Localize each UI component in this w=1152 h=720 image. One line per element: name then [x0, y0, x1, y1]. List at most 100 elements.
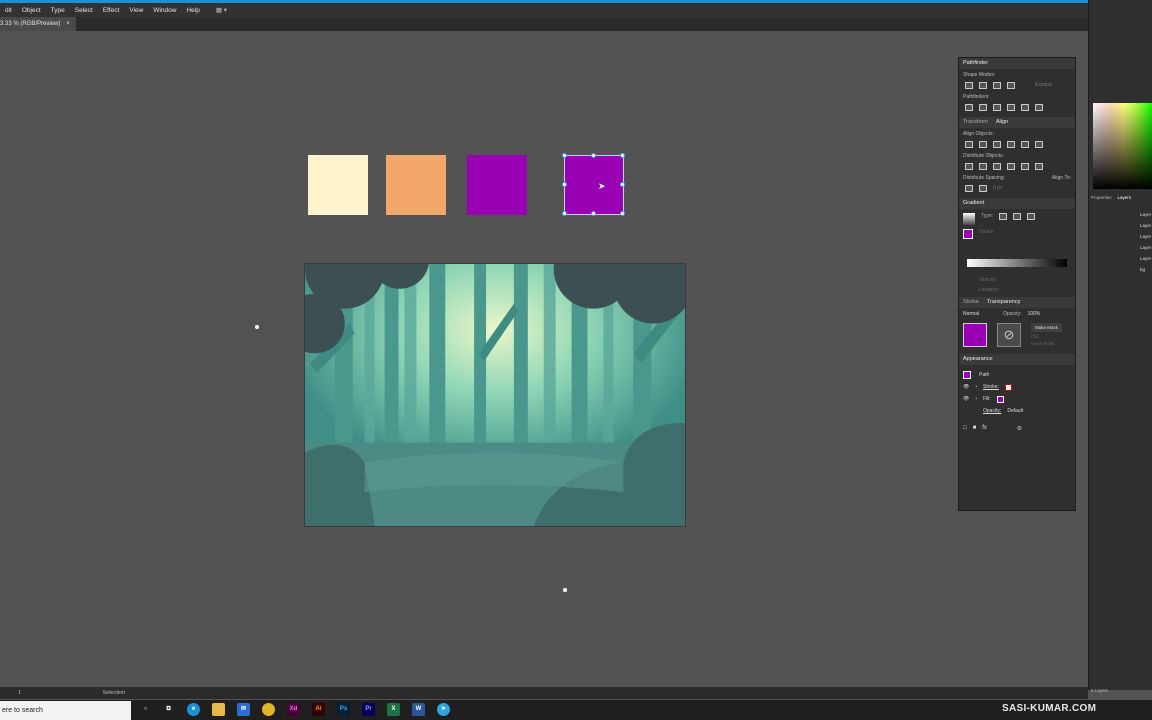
word-app-icon[interactable]: W — [412, 703, 425, 716]
minus-back-icon[interactable] — [1035, 104, 1043, 111]
align-vcenter-icon[interactable] — [1021, 141, 1029, 148]
swatch-cream[interactable] — [308, 155, 368, 215]
tab-transform[interactable]: Transform — [963, 117, 988, 128]
premiere-app-icon[interactable]: Pr — [362, 703, 375, 716]
stroke-label[interactable]: Stroke: — [983, 384, 999, 390]
distribute-top-icon[interactable] — [965, 163, 973, 170]
selection-handle[interactable] — [562, 182, 567, 187]
divide-icon[interactable] — [965, 104, 973, 111]
menu-window[interactable]: Window — [148, 7, 181, 14]
distribute-hcenter-icon[interactable] — [1021, 163, 1029, 170]
gradient-preview-swatch[interactable] — [963, 213, 975, 225]
align-hcenter-icon[interactable] — [979, 141, 987, 148]
forest-illustration[interactable] — [304, 263, 686, 527]
fill-label[interactable]: Fill: — [983, 396, 991, 402]
selection-handle[interactable] — [562, 153, 567, 158]
document-tab[interactable]: 3.33 % (RGB/Preview) × — [0, 17, 76, 31]
menu-select[interactable]: Select — [70, 7, 98, 14]
photoshop-app-icon[interactable]: Ps — [337, 703, 350, 716]
task-view-icon[interactable]: ⧉ — [162, 703, 175, 716]
menu-effect[interactable]: Effect — [98, 7, 125, 14]
workspace-switcher-icon[interactable]: ▦ ▾ — [211, 6, 232, 14]
spacing-horizontal-icon[interactable] — [979, 185, 987, 192]
zoom-field[interactable]: 1 — [18, 690, 21, 696]
clear-appearance-icon[interactable]: ⊘ — [1017, 425, 1022, 432]
unite-icon[interactable] — [965, 82, 973, 89]
excel-app-icon[interactable]: X — [387, 703, 400, 716]
appearance-stroke-row[interactable]: 👁 › Stroke: — [963, 381, 1071, 393]
outline-icon[interactable] — [1021, 104, 1029, 111]
spacing-value-field[interactable]: 0 px — [993, 185, 1002, 192]
make-mask-button[interactable]: Make Mask — [1031, 323, 1063, 332]
tab-stroke[interactable]: Stroke — [963, 297, 979, 308]
radial-gradient-icon[interactable] — [1013, 213, 1022, 220]
selection-handle[interactable] — [591, 211, 596, 216]
menu-edit[interactable]: dit — [0, 7, 17, 14]
align-left-icon[interactable] — [965, 141, 973, 148]
menu-help[interactable]: Help — [181, 7, 204, 14]
selection-handle[interactable] — [620, 153, 625, 158]
mail-icon[interactable]: ✉ — [237, 703, 250, 716]
new-stroke-icon[interactable]: □ — [963, 425, 967, 432]
taskbar-search-input[interactable]: ere to search — [0, 701, 131, 720]
blend-mode-select[interactable]: Normal — [963, 311, 979, 317]
selection-handle[interactable] — [562, 211, 567, 216]
illustrator-app-icon[interactable]: Ai — [312, 703, 325, 716]
clip-checkbox[interactable]: Clip — [1031, 334, 1062, 339]
layer-row[interactable]: Layer — [1090, 243, 1152, 253]
chrome-icon[interactable] — [262, 703, 275, 716]
swatch-purple-selected[interactable] — [564, 155, 624, 215]
layer-row[interactable]: Layer — [1090, 210, 1152, 220]
align-bottom-icon[interactable] — [1035, 141, 1043, 148]
visibility-eye-icon[interactable]: 👁 — [963, 384, 969, 390]
spacing-vertical-icon[interactable] — [965, 185, 973, 192]
edge-icon[interactable]: e — [187, 703, 200, 716]
distribute-vcenter-icon[interactable] — [979, 163, 987, 170]
merge-icon[interactable] — [993, 104, 1001, 111]
layer-row[interactable]: Layer — [1090, 232, 1152, 242]
transparency-opacity-field[interactable]: 100% — [1027, 311, 1040, 317]
menu-object[interactable]: Object — [17, 7, 46, 14]
fill-stroke-swatch[interactable] — [963, 229, 973, 239]
telegram-icon[interactable]: ➤ — [437, 703, 450, 716]
layer-row[interactable]: Layer — [1090, 221, 1152, 231]
layer-row[interactable]: bg — [1090, 265, 1152, 275]
menu-type[interactable]: Type — [46, 7, 70, 14]
file-explorer-icon[interactable] — [212, 703, 225, 716]
freeform-gradient-icon[interactable] — [1027, 213, 1036, 220]
appearance-path-row[interactable]: Path — [963, 369, 1071, 381]
cortana-icon[interactable]: ○ — [139, 703, 152, 716]
exclude-icon[interactable] — [1007, 82, 1015, 89]
stroke-swatch[interactable] — [1004, 383, 1012, 391]
crop-icon[interactable] — [1007, 104, 1015, 111]
xd-app-icon[interactable]: Xd — [287, 703, 300, 716]
layer-row[interactable]: Layer — [1090, 254, 1152, 264]
linear-gradient-icon[interactable] — [999, 213, 1008, 220]
expand-button[interactable]: Expand — [1035, 82, 1052, 89]
gradient-slider[interactable] — [967, 259, 1067, 267]
swatch-orange[interactable] — [386, 155, 446, 215]
trim-icon[interactable] — [979, 104, 987, 111]
selection-handle[interactable] — [620, 182, 625, 187]
close-tab-icon[interactable]: × — [66, 17, 70, 31]
appearance-opacity-row[interactable]: Opacity: Default — [963, 405, 1071, 417]
expand-chevron-icon[interactable]: › — [975, 396, 977, 402]
tab-transparency[interactable]: Transparency — [987, 297, 1020, 308]
align-right-icon[interactable] — [993, 141, 1001, 148]
appearance-fill-row[interactable]: 👁 › Fill: — [963, 393, 1071, 405]
no-mask-icon[interactable]: ⊘ — [997, 323, 1021, 347]
align-top-icon[interactable] — [1007, 141, 1015, 148]
distribute-right-icon[interactable] — [1035, 163, 1043, 170]
menu-view[interactable]: View — [124, 7, 148, 14]
new-fill-icon[interactable]: ■ — [973, 425, 977, 432]
selection-handle[interactable] — [620, 211, 625, 216]
tab-layers[interactable]: Layers — [1118, 195, 1132, 200]
visibility-eye-icon[interactable]: 👁 — [963, 396, 969, 402]
tab-properties[interactable]: Properties — [1091, 195, 1112, 200]
fx-icon[interactable]: fx — [982, 425, 987, 432]
distribute-bottom-icon[interactable] — [993, 163, 1001, 170]
opacity-label[interactable]: Opacity: — [983, 408, 1001, 414]
invert-mask-checkbox[interactable]: Invert Mask — [1031, 341, 1062, 346]
fill-swatch[interactable] — [996, 395, 1004, 403]
expand-chevron-icon[interactable]: › — [975, 384, 977, 390]
